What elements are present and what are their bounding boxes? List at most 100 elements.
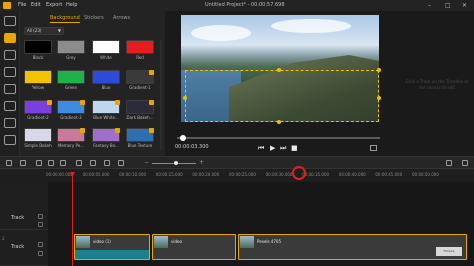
background-thumbnail[interactable] [92, 128, 120, 142]
background-thumbnail[interactable] [57, 70, 85, 84]
track-header[interactable]: 2 Track [0, 230, 48, 266]
ruler-tick-label: 00:00:40.000 [338, 172, 366, 177]
resize-handle[interactable] [377, 68, 381, 72]
timeline-clip[interactable]: video [152, 234, 236, 260]
click-indicator [292, 166, 306, 180]
ruler-tick-label: 00:00:05.000 [82, 172, 110, 177]
background-thumbnail[interactable] [92, 100, 120, 114]
resize-handle[interactable] [277, 120, 281, 124]
split-icon[interactable] [36, 160, 42, 166]
chevron-down-icon: ▼ [57, 28, 61, 33]
window-title: Untitled Project* - 00:00:57.698 [205, 2, 285, 8]
background-thumbnail[interactable] [126, 128, 154, 142]
transition-icon[interactable] [4, 84, 16, 94]
undo-icon[interactable] [6, 160, 12, 166]
background-thumbnail-label: Blue [101, 85, 111, 90]
background-thumbnail[interactable] [92, 40, 120, 54]
zoom-handle[interactable] [174, 161, 178, 165]
eye-icon[interactable] [38, 222, 43, 227]
lock-icon[interactable] [38, 242, 43, 247]
eye-icon[interactable] [38, 251, 43, 256]
background-thumbnail[interactable] [92, 70, 120, 84]
premium-badge-icon [80, 100, 85, 105]
track-label: Track [11, 244, 25, 250]
speed-icon[interactable] [118, 160, 124, 166]
premium-badge-icon [115, 128, 120, 133]
background-thumbnail-label: Simple Bokeh [24, 143, 52, 148]
background-thumbnail[interactable] [24, 70, 52, 84]
zoom-in-icon[interactable]: + [199, 159, 204, 167]
background-thumbnail[interactable] [126, 40, 154, 54]
background-thumbnail[interactable] [24, 40, 52, 54]
clip-label: video [171, 239, 182, 244]
delete-icon[interactable] [48, 160, 54, 166]
redo-icon[interactable] [20, 160, 26, 166]
category-filter-value: All (23) [27, 28, 42, 33]
track-header[interactable]: Track [0, 182, 48, 230]
background-thumbnail[interactable] [126, 70, 154, 84]
menu-file[interactable]: File [18, 1, 26, 10]
timeline-clip[interactable]: Pexels 4705 [238, 234, 467, 260]
rotate-icon[interactable] [104, 160, 110, 166]
play-icon[interactable]: ▶ [270, 144, 275, 152]
filter-icon[interactable] [4, 135, 16, 145]
background-thumbnail-label: Yellow [31, 85, 45, 90]
resize-handle[interactable] [183, 96, 187, 100]
maximize-button[interactable]: □ [445, 1, 451, 10]
effects-icon[interactable] [4, 101, 16, 111]
selection-box[interactable] [185, 70, 379, 122]
export-icon[interactable] [446, 160, 452, 166]
background-thumbnail[interactable] [57, 128, 85, 142]
lock-icon[interactable] [38, 214, 43, 219]
background-thumbnail[interactable] [126, 100, 154, 114]
background-thumbnail[interactable] [24, 128, 52, 142]
category-filter[interactable]: All (23) ▼ [24, 27, 64, 35]
fullscreen-icon[interactable] [370, 145, 377, 151]
clip-label: Pexels 4705 [257, 239, 282, 244]
background-thumbnail[interactable] [57, 100, 85, 114]
background-thumbnail[interactable] [24, 100, 52, 114]
background-thumbnail-label: Memory Pe... [57, 143, 85, 148]
ruler-tick-label: 00:00:00.000 [46, 172, 73, 177]
stop-icon[interactable]: ■ [291, 144, 298, 152]
close-button[interactable]: ✕ [462, 1, 467, 10]
ruler-tick-label: 00:00:25.000 [229, 172, 256, 177]
title-bar: File Edit Export Help Untitled Project* … [0, 0, 474, 11]
previous-frame-icon[interactable]: ⏮ [258, 144, 264, 152]
tab-background[interactable]: Background [50, 14, 80, 22]
canvas-hint: Click a Track on the Timeline or the can… [405, 79, 469, 90]
timeline-clip[interactable]: video (1) [74, 234, 150, 260]
text-icon[interactable] [4, 67, 16, 77]
mic-icon[interactable] [90, 160, 96, 166]
audio-icon[interactable] [4, 50, 16, 60]
crop-icon[interactable] [60, 160, 66, 166]
clip-label: video (1) [93, 239, 111, 244]
layers-icon[interactable] [4, 33, 16, 43]
cloud [191, 25, 251, 41]
playhead[interactable] [72, 174, 73, 266]
duplicate-icon[interactable] [76, 160, 82, 166]
ruler-tick-label: 00:00:20.000 [192, 172, 220, 177]
menu-help[interactable]: Help [66, 1, 77, 10]
tab-stickers[interactable]: Stickers [84, 14, 104, 22]
watermark-logo: Filmora [436, 247, 462, 256]
folder-icon[interactable] [4, 16, 16, 26]
next-frame-icon[interactable]: ⏭ [280, 144, 286, 152]
settings-icon[interactable] [462, 160, 468, 166]
background-thumbnail-label: Green [64, 85, 78, 90]
resize-handle[interactable] [377, 96, 381, 100]
resize-handle[interactable] [277, 68, 281, 72]
background-thumbnail-label: Dark Bokeh... [126, 115, 154, 120]
left-toolbar [0, 11, 20, 156]
stickers-icon[interactable] [4, 118, 16, 128]
library-scrollbar[interactable] [160, 40, 162, 150]
current-time: 00:00:03.300 [175, 144, 209, 150]
ruler-tick-label: 00:00:50.000 [412, 172, 439, 177]
tab-arrows[interactable]: Arrows [113, 14, 130, 22]
zoom-out-icon[interactable]: − [144, 159, 149, 167]
menu-export[interactable]: Export [46, 1, 62, 10]
preview-scrubber[interactable] [177, 137, 380, 139]
minimize-button[interactable]: – [428, 1, 431, 10]
menu-edit[interactable]: Edit [31, 1, 41, 10]
background-thumbnail[interactable] [57, 40, 85, 54]
